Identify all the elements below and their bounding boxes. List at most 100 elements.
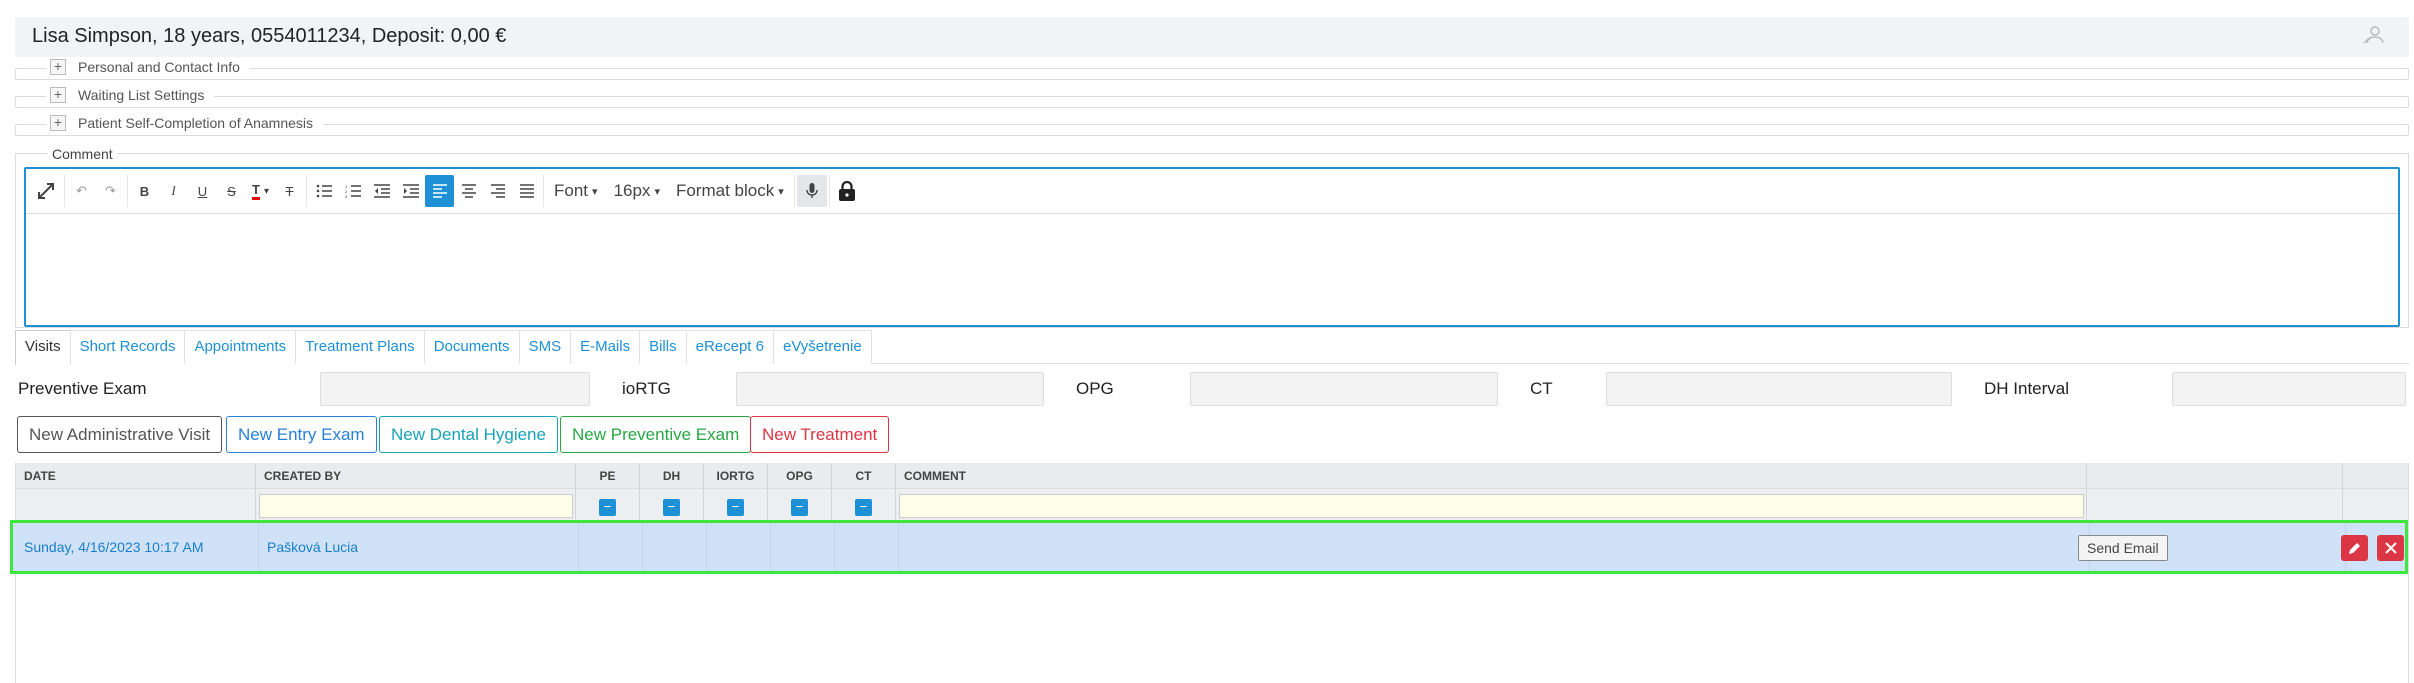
new-preventive-exam-button[interactable]: New Preventive Exam — [560, 416, 752, 453]
row-pe — [579, 523, 643, 571]
text-color-icon[interactable]: T ▾ — [246, 175, 275, 207]
toolbar-divider — [127, 175, 128, 207]
align-left-icon[interactable] — [425, 175, 454, 207]
outdent-icon[interactable] — [367, 175, 396, 207]
align-center-icon[interactable] — [454, 175, 483, 207]
row-iortg — [707, 523, 771, 571]
preventive-exam-label: Preventive Exam — [18, 379, 147, 398]
section-anamnesis: + Patient Self-Completion of Anamnesis — [15, 115, 2409, 136]
ct-field — [1606, 372, 1952, 406]
column-pe[interactable]: PE — [576, 463, 640, 489]
section-personal-info-header[interactable]: + Personal and Contact Info — [46, 59, 250, 75]
new-entry-exam-button[interactable]: New Entry Exam — [226, 416, 377, 453]
expand-plus-icon[interactable]: + — [50, 59, 66, 75]
column-comment[interactable]: COMMENT — [896, 463, 2087, 489]
row-opg — [771, 523, 835, 571]
toolbar-divider — [543, 175, 544, 207]
comment-editor: ↶ ↷ B I U S T ▾ T 123 Font ▾ 16px ▾ Form… — [24, 167, 2400, 327]
filter-cell-date — [16, 489, 256, 521]
editor-toolbar: ↶ ↷ B I U S T ▾ T 123 Font ▾ 16px ▾ Form… — [26, 169, 2398, 214]
section-label: Waiting List Settings — [78, 87, 205, 103]
dh-interval-label: DH Interval — [1984, 379, 2070, 398]
column-ct[interactable]: CT — [832, 463, 896, 489]
filter-cell-actions — [2087, 489, 2343, 521]
grid-header-row: DATE CREATED BY PE DH IORTG OPG CT COMME… — [16, 463, 2408, 489]
filter-ct-checkbox[interactable]: − — [855, 499, 872, 516]
visit-tabs: Visits Short Records Appointments Treatm… — [15, 330, 2409, 365]
fullscreen-icon[interactable] — [30, 175, 62, 207]
row-dh — [643, 523, 707, 571]
microphone-icon[interactable] — [796, 175, 827, 207]
section-waiting-list-header[interactable]: + Waiting List Settings — [46, 87, 215, 103]
new-dental-hygiene-button[interactable]: New Dental Hygiene — [379, 416, 558, 453]
underline-icon[interactable]: U — [188, 175, 217, 207]
row-ct — [835, 523, 899, 571]
bullet-list-icon[interactable] — [309, 175, 338, 207]
format-block-dropdown[interactable]: Format block — [668, 175, 792, 207]
align-right-icon[interactable] — [483, 175, 512, 207]
new-treatment-button[interactable]: New Treatment — [750, 416, 890, 453]
filter-cell-created-by — [256, 489, 576, 521]
filter-opg-checkbox[interactable]: − — [791, 499, 808, 516]
new-administrative-visit-button[interactable]: New Administrative Visit — [17, 416, 223, 453]
edit-pencil-icon[interactable] — [2341, 535, 2368, 561]
font-dropdown[interactable]: Font — [546, 175, 606, 207]
tab-short-records[interactable]: Short Records — [69, 330, 186, 364]
expand-plus-icon[interactable]: + — [50, 87, 66, 103]
column-opg[interactable]: OPG — [768, 463, 832, 489]
tab-emails[interactable]: E-Mails — [570, 330, 641, 364]
row-actions-spacer — [2090, 523, 2346, 571]
comment-textarea[interactable] — [26, 214, 2398, 324]
section-label: Personal and Contact Info — [78, 59, 240, 75]
column-created-by[interactable]: CREATED BY — [256, 463, 576, 489]
clear-format-icon[interactable]: T — [275, 175, 304, 207]
filter-created-by-input[interactable] — [259, 494, 573, 518]
column-iortg[interactable]: IORTG — [704, 463, 768, 489]
redo-icon[interactable]: ↷ — [96, 175, 125, 207]
toolbar-divider — [828, 175, 830, 207]
font-size-dropdown[interactable]: 16px — [606, 175, 668, 207]
tab-evysetrenie[interactable]: eVyšetrenie — [773, 330, 872, 364]
bold-icon[interactable]: B — [130, 175, 159, 207]
table-row[interactable]: Sunday, 4/16/2023 10:17 AM Pašková Lucia… — [10, 520, 2408, 574]
iortg-label: ioRTG — [622, 379, 671, 398]
numbered-list-icon[interactable]: 123 — [338, 175, 367, 207]
filter-iortg-checkbox[interactable]: − — [727, 499, 744, 516]
expand-plus-icon[interactable]: + — [50, 115, 66, 131]
filter-dh-checkbox[interactable]: − — [663, 499, 680, 516]
tab-bills[interactable]: Bills — [639, 330, 687, 364]
row-created-by[interactable]: Pašková Lucia — [259, 523, 579, 571]
tab-erecept[interactable]: eRecept 6 — [685, 330, 774, 364]
row-comment — [899, 523, 2090, 571]
iortg-field — [736, 372, 1044, 406]
tab-documents[interactable]: Documents — [423, 330, 520, 364]
tab-sms[interactable]: SMS — [518, 330, 572, 364]
align-justify-icon[interactable] — [512, 175, 541, 207]
section-waiting-list: + Waiting List Settings — [15, 87, 2409, 108]
comment-label: Comment — [48, 146, 117, 162]
delete-close-icon[interactable] — [2377, 535, 2404, 561]
opg-label: OPG — [1076, 379, 1114, 398]
indent-icon[interactable] — [396, 175, 425, 207]
toolbar-divider — [306, 175, 307, 207]
row-date[interactable]: Sunday, 4/16/2023 10:17 AM — [16, 523, 259, 571]
column-date[interactable]: DATE — [16, 463, 256, 489]
section-anamnesis-header[interactable]: + Patient Self-Completion of Anamnesis — [46, 115, 324, 131]
column-dh[interactable]: DH — [640, 463, 704, 489]
tab-treatment-plans[interactable]: Treatment Plans — [295, 330, 425, 364]
section-personal-info: + Personal and Contact Info — [15, 59, 2409, 80]
lock-icon[interactable] — [832, 175, 862, 207]
user-edit-icon[interactable] — [2363, 25, 2385, 51]
filter-cell-pe: − — [576, 489, 640, 521]
filter-cell-ct: − — [832, 489, 896, 521]
tab-appointments[interactable]: Appointments — [184, 330, 297, 364]
tab-visits[interactable]: Visits — [15, 330, 71, 365]
opg-field — [1190, 372, 1498, 406]
strikethrough-icon[interactable]: S — [217, 175, 246, 207]
filter-comment-input[interactable] — [899, 494, 2084, 518]
italic-icon[interactable]: I — [159, 175, 188, 207]
undo-icon[interactable]: ↶ — [67, 175, 96, 207]
grid-filter-row: − − − − − — [16, 489, 2408, 521]
section-label: Patient Self-Completion of Anamnesis — [78, 115, 314, 131]
filter-pe-checkbox[interactable]: − — [599, 499, 616, 516]
